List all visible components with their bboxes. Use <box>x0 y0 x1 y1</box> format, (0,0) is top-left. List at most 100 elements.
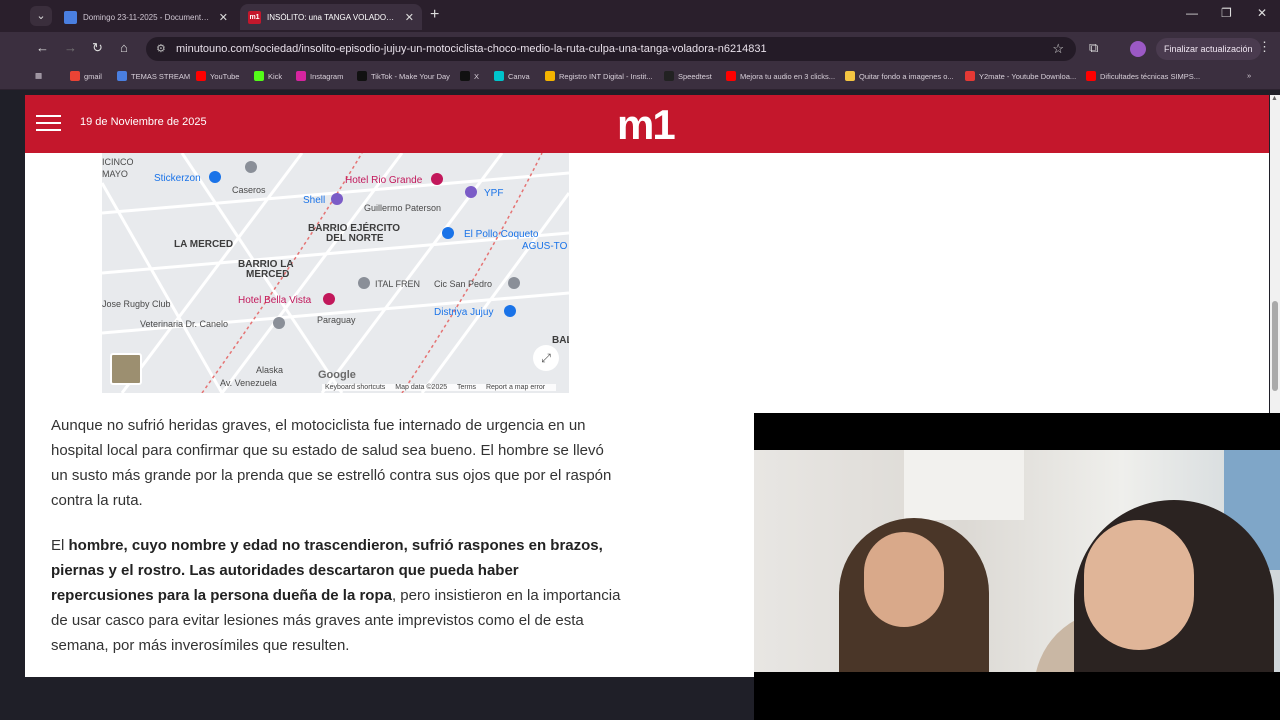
site-info-icon[interactable]: ⚙ <box>156 37 166 61</box>
map-label: Jose Rugby Club <box>102 299 171 309</box>
bookmark-label: gmail <box>84 71 102 81</box>
webcam-overlay <box>754 413 1280 720</box>
bookmark-speedtest[interactable]: Speedtest <box>664 71 712 81</box>
tab-title: INSÓLITO: una TANGA VOLADORA provo <box>267 12 399 22</box>
map-label: MERCED <box>246 269 290 280</box>
reload-icon[interactable]: ↻ <box>92 40 103 56</box>
new-tab-button[interactable]: + <box>430 6 439 24</box>
bookmark-temas-stream[interactable]: TEMAS STREAM <box>117 71 190 81</box>
bookmark-tiktok[interactable]: TikTok - Make Your Day <box>357 71 450 81</box>
map-pin-icon[interactable] <box>323 293 335 305</box>
tab-docs[interactable]: Domingo 23-11-2025 - Documentos de G ✕ <box>56 4 236 30</box>
terms-link[interactable]: Terms <box>457 384 476 391</box>
gmail-icon <box>70 71 80 81</box>
fullscreen-icon[interactable]: ⤢ <box>533 345 559 371</box>
map-label: DEL NORTE <box>326 233 384 244</box>
map-pin-icon[interactable] <box>358 277 370 289</box>
bookmark-label: Speedtest <box>678 71 712 81</box>
close-window-icon[interactable]: ✕ <box>1257 6 1267 20</box>
site-date: 19 de Noviembre de 2025 <box>80 116 207 128</box>
bookmark-label: Y2mate - Youtube Downloa... <box>979 71 1077 81</box>
tab-search-button[interactable]: ⌄ <box>30 6 52 26</box>
satellite-toggle[interactable] <box>110 353 142 385</box>
bookmark-quitar-fondo[interactable]: Quitar fondo a imagenes o... <box>845 71 954 81</box>
tab-article[interactable]: m1 INSÓLITO: una TANGA VOLADORA provo ✕ <box>240 4 422 30</box>
bookmark-label: Canva <box>508 71 530 81</box>
m1-icon: m1 <box>248 10 261 24</box>
map-pin-icon[interactable] <box>465 186 477 198</box>
tab-title: Domingo 23-11-2025 - Documentos de G <box>83 12 213 22</box>
map-pin-icon[interactable] <box>273 317 285 329</box>
bookmark-x[interactable]: X <box>460 71 479 81</box>
home-icon[interactable]: ⌂ <box>120 40 128 55</box>
map-label: LA MERCED <box>174 239 234 250</box>
map-label: BAL <box>552 335 569 346</box>
more-bookmarks-icon[interactable]: » <box>1247 71 1251 80</box>
close-tab-icon[interactable]: ✕ <box>219 11 228 24</box>
article-paragraph: Aunque no sufrió heridas graves, el moto… <box>51 417 612 509</box>
site-logo[interactable]: m1 <box>617 101 676 149</box>
bookmark-y2mate[interactable]: Y2mate - Youtube Downloa... <box>965 71 1076 81</box>
close-tab-icon[interactable]: ✕ <box>405 11 414 24</box>
map-pin-icon[interactable] <box>442 227 454 239</box>
keyboard-shortcuts-link[interactable]: Keyboard shortcuts <box>325 384 385 391</box>
map-label: Shell <box>303 195 326 206</box>
profile-avatar[interactable] <box>1130 41 1146 57</box>
bookmark-gmail[interactable]: gmail <box>70 71 102 81</box>
embedded-map[interactable]: Google ⤢ Keyboard shortcuts Map data ©20… <box>102 153 569 393</box>
map-label: AGUS-TO <box>522 241 568 252</box>
map-label: Distriya Jujuy <box>434 307 494 318</box>
youtube-icon <box>726 71 736 81</box>
map-pin-icon[interactable] <box>331 193 343 205</box>
map-pin-icon[interactable] <box>209 171 221 183</box>
address-bar[interactable]: ⚙ minutouno.com/sociedad/insolito-episod… <box>146 37 1076 61</box>
map-label: Guillermo Paterson <box>364 203 442 213</box>
map-label: Paraguay <box>317 315 356 325</box>
registro-icon <box>545 71 555 81</box>
map-footer: Keyboard shortcuts Map data ©2025 Terms … <box>322 384 557 391</box>
report-error-link[interactable]: Report a map error <box>486 384 545 391</box>
map-label: Stickerzon <box>154 173 201 184</box>
map-pin-icon[interactable] <box>508 277 520 289</box>
forward-icon[interactable]: → <box>64 40 77 55</box>
bookmark-kick[interactable]: Kick <box>254 71 282 81</box>
docs-icon <box>64 10 77 24</box>
scrollbar-thumb[interactable] <box>1272 301 1278 391</box>
bookmark-label: Mejora tu audio en 3 clicks... <box>740 71 836 81</box>
bookmark-youtube[interactable]: YouTube <box>196 71 239 81</box>
map-label: Av. Venezuela <box>220 378 277 388</box>
minimize-icon[interactable]: — <box>1186 6 1198 20</box>
map-pin-icon[interactable] <box>504 305 516 317</box>
x-icon <box>460 71 470 81</box>
extensions-icon[interactable]: ⧉ <box>1089 40 1098 56</box>
site-header: 19 de Noviembre de 2025 m1 <box>25 95 1269 153</box>
menu-icon[interactable]: ⋮ <box>1258 39 1271 55</box>
bookmark-label: X <box>474 71 480 81</box>
map-label: ICINCO <box>102 157 134 167</box>
restore-icon[interactable]: ❐ <box>1221 6 1232 20</box>
map-label: Veterinaria Dr. Canelo <box>140 319 229 329</box>
youtube-icon <box>1086 71 1096 81</box>
map-pin-icon[interactable] <box>245 161 257 173</box>
bookmark-simpsons[interactable]: Dificultades técnicas SIMPS... <box>1086 71 1200 81</box>
hamburger-menu-icon[interactable] <box>36 115 61 133</box>
youtube-icon <box>196 71 206 81</box>
scroll-up-icon[interactable]: ▲ <box>1271 95 1278 102</box>
map-label: Hotel Bella Vista <box>238 295 312 306</box>
back-icon[interactable]: ← <box>36 40 49 55</box>
map-data-text: Map data ©2025 <box>395 384 448 391</box>
bookmark-audio[interactable]: Mejora tu audio en 3 clicks... <box>726 71 835 81</box>
bookmark-canva[interactable]: Canva <box>494 71 530 81</box>
map-label: YPF <box>484 188 504 199</box>
update-button[interactable]: Finalizar actualización <box>1156 38 1261 60</box>
bookmark-star-icon[interactable]: ☆ <box>1052 37 1064 61</box>
apps-icon[interactable]: ▦ <box>35 71 42 80</box>
bookmark-label: Kick <box>268 71 283 81</box>
page-scrollbar[interactable]: ▲ <box>1270 95 1280 413</box>
tiktok-icon <box>357 71 367 81</box>
map-pin-icon[interactable] <box>431 173 443 185</box>
bookmark-label: TEMAS STREAM <box>131 71 191 81</box>
map-label: ITAL FREN <box>375 279 421 289</box>
bookmark-registro[interactable]: Registro INT Digital - Instit... <box>545 71 653 81</box>
bookmark-instagram[interactable]: Instagram <box>296 71 343 81</box>
